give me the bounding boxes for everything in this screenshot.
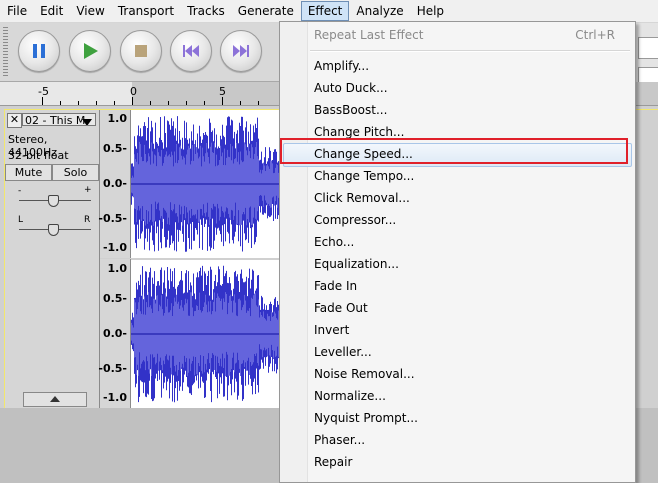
menu-item-invert[interactable]: Invert	[314, 319, 349, 341]
menu-item-phaser[interactable]: Phaser...	[314, 429, 365, 451]
menu-item-echo[interactable]: Echo...	[314, 231, 354, 253]
skip-to-end-button[interactable]	[220, 30, 262, 72]
menu-bar: File Edit View Transport Tracks Generate…	[0, 0, 658, 23]
track-name-menu[interactable]: 02 - This M	[22, 113, 96, 126]
repeat-shortcut: Ctrl+R	[575, 28, 615, 42]
menu-item-compressor[interactable]: Compressor...	[314, 209, 396, 231]
stop-button[interactable]	[120, 30, 162, 72]
ruler-tick	[78, 101, 79, 105]
menu-item-auto-duck[interactable]: Auto Duck...	[314, 77, 388, 99]
vruler-label: 0.5-	[102, 142, 127, 155]
menu-item-click-removal[interactable]: Click Removal...	[314, 187, 410, 209]
ruler-tick	[204, 101, 205, 105]
close-track-button[interactable]: ✕	[7, 113, 22, 128]
menu-item-bassboost[interactable]: BassBoost...	[314, 99, 387, 121]
vruler-label: 0.5-	[102, 292, 127, 305]
ruler-tick	[258, 101, 259, 105]
menu-file[interactable]: File	[1, 1, 33, 21]
skip-end-icon	[233, 45, 249, 57]
track-control-panel: ✕ 02 - This M Stereo, 44100Hz 32-bit flo…	[5, 110, 100, 408]
menu-item-normalize[interactable]: Normalize...	[314, 385, 386, 407]
pause-icon	[33, 44, 45, 58]
ruler-tick	[96, 101, 97, 105]
menu-item-fade-out[interactable]: Fade Out	[314, 297, 368, 319]
waveform-graph	[131, 265, 281, 403]
mute-button[interactable]: Mute	[5, 164, 52, 181]
ruler-tick	[42, 97, 43, 105]
vruler-label: 0.0-	[102, 327, 127, 340]
gain-plus-label: +	[84, 185, 92, 195]
pan-left-label: L	[18, 215, 24, 225]
waveform-left-channel[interactable]	[131, 110, 281, 258]
vruler-label: -0.5-	[98, 362, 127, 375]
play-icon	[84, 43, 98, 59]
effect-menu-dropdown: Repeat Last Effect Ctrl+R Amplify... Aut…	[279, 21, 636, 483]
menu-separator	[310, 50, 630, 52]
gain-slider-thumb[interactable]	[48, 195, 59, 207]
menu-edit[interactable]: Edit	[34, 1, 69, 21]
menu-item-equalization[interactable]: Equalization...	[314, 253, 399, 275]
skip-start-icon	[183, 45, 199, 57]
ruler-tick	[240, 101, 241, 105]
dropdown-arrow-icon	[82, 119, 92, 125]
menu-transport[interactable]: Transport	[112, 1, 180, 21]
ruler-tick	[222, 97, 223, 105]
menu-effect[interactable]: Effect	[300, 1, 350, 21]
menu-view[interactable]: View	[70, 1, 110, 21]
menu-icon-strip	[280, 22, 308, 482]
menu-item-change-tempo[interactable]: Change Tempo...	[314, 165, 414, 187]
vruler-label: 1.0	[107, 262, 128, 275]
track-bitdepth: 32-bit float	[8, 149, 69, 162]
ruler-tick	[114, 101, 115, 105]
waveform-right-channel[interactable]	[131, 260, 281, 408]
toolbar-field[interactable]	[638, 37, 658, 59]
menu-item-leveller[interactable]: Leveller...	[314, 341, 372, 363]
menu-item-amplify[interactable]: Amplify...	[314, 55, 369, 77]
waveform-graph	[131, 116, 281, 252]
vruler-label: -1.0	[102, 241, 127, 254]
ruler-tick	[60, 101, 61, 105]
menu-analyze[interactable]: Analyze	[350, 1, 409, 21]
vruler-label: 1.0	[107, 112, 128, 125]
menu-generate[interactable]: Generate	[232, 1, 300, 21]
menu-item-repair[interactable]: Repair	[314, 451, 352, 473]
menu-help[interactable]: Help	[411, 1, 450, 21]
pan-slider-thumb[interactable]	[48, 224, 59, 236]
menu-item-noise-removal[interactable]: Noise Removal...	[314, 363, 415, 385]
ruler-tick	[132, 97, 133, 105]
vruler-label: 0.0-	[102, 177, 127, 190]
vruler-label: -1.0	[102, 391, 127, 404]
track-name-label: 02 - This M	[25, 114, 86, 126]
vruler-label: -0.5-	[98, 212, 127, 225]
skip-to-start-button[interactable]	[170, 30, 212, 72]
menu-tracks[interactable]: Tracks	[181, 1, 231, 21]
collapse-track-button[interactable]	[23, 392, 87, 407]
play-button[interactable]	[69, 30, 111, 72]
ruler-tick	[186, 101, 187, 105]
menu-item-fade-in[interactable]: Fade In	[314, 275, 357, 297]
ruler-tick	[168, 101, 169, 105]
vertical-ruler-left-channel: 1.0 0.5- 0.0- -0.5- -1.0	[98, 110, 131, 258]
ruler-label: -5	[38, 85, 49, 98]
pause-button[interactable]	[18, 30, 60, 72]
annotation-highlight-box	[280, 138, 628, 164]
stop-icon	[135, 45, 147, 57]
vertical-ruler-right-channel: 1.0 0.5- 0.0- -0.5- -1.0	[98, 259, 131, 408]
toolbar-grip[interactable]	[3, 27, 8, 77]
gain-minus-label: -	[18, 186, 22, 196]
menu-item-repeat-last-effect[interactable]: Repeat Last Effect	[314, 24, 423, 46]
menu-item-nyquist-prompt[interactable]: Nyquist Prompt...	[314, 407, 418, 429]
pan-right-label: R	[84, 215, 91, 225]
solo-button[interactable]: Solo	[52, 164, 99, 181]
ruler-tick	[150, 101, 151, 105]
